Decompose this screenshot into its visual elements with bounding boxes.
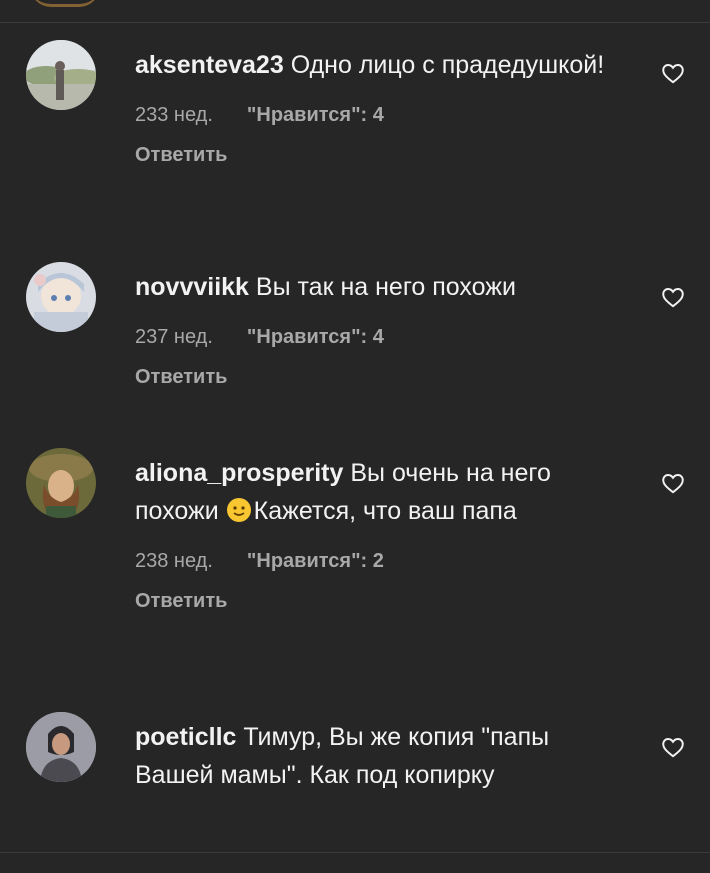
bottom-divider	[0, 852, 710, 853]
comment-meta: 238 нед. "Нравится": 2	[135, 548, 625, 574]
comment-text: aksenteva23 Одно лицо с прадедушкой!	[135, 46, 625, 84]
reply-button[interactable]: Ответить	[135, 364, 625, 390]
comment-body: aliona_prosperity Вы очень на него похож…	[135, 454, 625, 614]
comment-message-part2: Кажется, что ваш папа	[253, 497, 517, 525]
comment-text: novvviikk Вы так на него похожи	[135, 268, 625, 306]
landscape-avatar[interactable]	[26, 40, 96, 110]
top-divider	[0, 22, 710, 23]
heart-outline-icon[interactable]	[660, 60, 686, 86]
comment-meta: 233 нед. "Нравится": 4	[135, 102, 625, 128]
comment-username[interactable]: aksenteva23	[135, 51, 284, 79]
comment-meta: 237 нед. "Нравится": 4	[135, 324, 625, 350]
comment-message: Вы так на него похожи	[255, 273, 516, 301]
reply-button[interactable]: Ответить	[135, 588, 625, 614]
anime-avatar[interactable]	[26, 262, 96, 332]
previous-avatar-edge	[30, 0, 100, 7]
person-avatar[interactable]	[26, 712, 96, 782]
comment-body: aksenteva23 Одно лицо с прадедушкой! 233…	[135, 46, 625, 168]
comment-body: novvviikk Вы так на него похожи 237 нед.…	[135, 268, 625, 390]
comment-text: poeticllc Тимур, Вы же копия "папы Вашей…	[135, 718, 625, 794]
slightly-smiling-face-emoji-icon	[226, 496, 252, 522]
comment-time: 237 нед.	[135, 326, 213, 348]
heart-outline-icon[interactable]	[660, 734, 686, 760]
comment-text: aliona_prosperity Вы очень на него похож…	[135, 454, 625, 530]
comment-username[interactable]: poeticllc	[135, 723, 236, 751]
comment-message: Одно лицо с прадедушкой!	[290, 51, 605, 79]
heart-outline-icon[interactable]	[660, 284, 686, 310]
comment-username[interactable]: novvviikk	[135, 273, 249, 301]
comment-username[interactable]: aliona_prosperity	[135, 459, 343, 487]
comment-time: 238 нед.	[135, 550, 213, 572]
portrait-painting-avatar[interactable]	[26, 448, 96, 518]
comment-likes[interactable]: "Нравится": 4	[247, 104, 384, 126]
reply-button[interactable]: Ответить	[135, 142, 625, 168]
comment-body: poeticllc Тимур, Вы же копия "папы Вашей…	[135, 718, 625, 794]
comment-likes[interactable]: "Нравится": 2	[247, 550, 384, 572]
comment-likes[interactable]: "Нравится": 4	[247, 326, 384, 348]
comment-time: 233 нед.	[135, 104, 213, 126]
heart-outline-icon[interactable]	[660, 470, 686, 496]
